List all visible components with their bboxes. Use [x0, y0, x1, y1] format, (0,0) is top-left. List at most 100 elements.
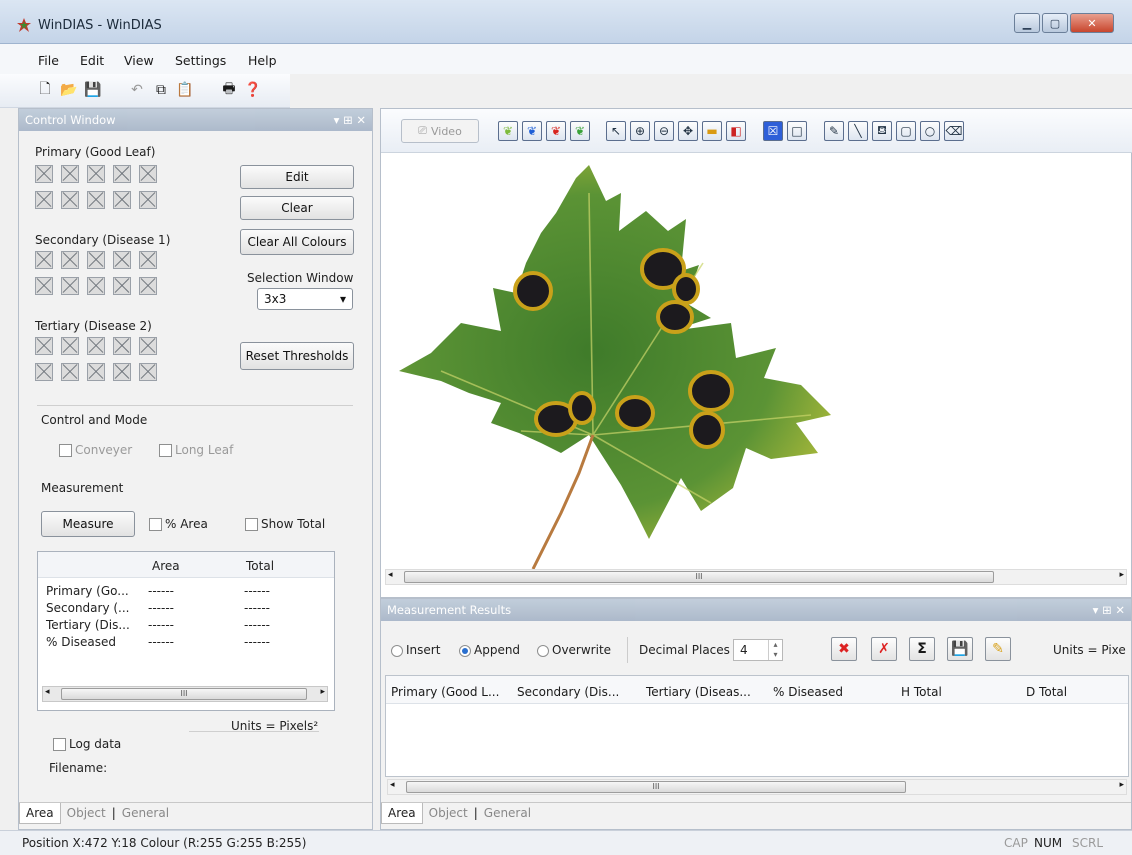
fill-bucket-icon[interactable]: ⛾: [872, 121, 892, 141]
sum-icon[interactable]: Σ: [909, 637, 935, 661]
overwrite-radio[interactable]: Overwrite: [537, 643, 611, 657]
clear-all-colours-button[interactable]: Clear All Colours: [240, 229, 354, 255]
maximize-button[interactable]: ▢: [1042, 13, 1068, 33]
color-swatch[interactable]: [139, 363, 157, 381]
color-swatch[interactable]: [139, 165, 157, 183]
menu-file[interactable]: File: [38, 53, 59, 68]
color-swatch[interactable]: [61, 191, 79, 209]
col-primary[interactable]: Primary (Good L...: [391, 685, 499, 699]
close-button[interactable]: ✕: [1070, 13, 1114, 33]
insert-radio[interactable]: Insert: [391, 643, 440, 657]
col-d-total[interactable]: D Total: [1026, 685, 1067, 699]
measure-button[interactable]: Measure: [41, 511, 135, 537]
col-secondary[interactable]: Secondary (Dis...: [517, 685, 619, 699]
leaf-green-icon[interactable]: ❦: [570, 121, 590, 141]
insert-radio-dot[interactable]: [391, 644, 403, 657]
leaf-red-icon[interactable]: ❦: [546, 121, 566, 141]
tab-general[interactable]: General: [478, 803, 537, 823]
col-tertiary[interactable]: Tertiary (Diseas...: [646, 685, 751, 699]
line-icon[interactable]: ╲: [848, 121, 868, 141]
menu-edit[interactable]: Edit: [80, 53, 104, 68]
color-swatch[interactable]: [35, 337, 53, 355]
tab-area[interactable]: Area: [19, 803, 61, 824]
export-icon[interactable]: ✎: [985, 637, 1011, 661]
menu-view[interactable]: View: [124, 53, 154, 68]
ellipse-icon[interactable]: ○: [920, 121, 940, 141]
color-swatch[interactable]: [113, 251, 131, 269]
log-data-box[interactable]: [53, 738, 66, 751]
results-scrollbar[interactable]: ◂ III ▸: [387, 779, 1127, 795]
clear-button[interactable]: Clear: [240, 196, 354, 220]
pct-area-checkbox[interactable]: % Area: [149, 517, 208, 531]
reset-thresholds-button[interactable]: Reset Thresholds: [240, 342, 354, 370]
scroll-right-icon[interactable]: ▸: [1119, 780, 1124, 790]
scroll-right-icon[interactable]: ▸: [1119, 570, 1124, 580]
leaf-blue-icon[interactable]: ❦: [522, 121, 542, 141]
pencil-icon[interactable]: ✎: [824, 121, 844, 141]
spinner-arrows-icon[interactable]: ▴ ▾: [768, 640, 782, 660]
color-swatch[interactable]: [61, 165, 79, 183]
color-swatch[interactable]: [139, 251, 157, 269]
decimal-places-spinner[interactable]: 4 ▴ ▾: [733, 639, 783, 661]
color-swatch[interactable]: [61, 363, 79, 381]
pan-icon[interactable]: ✥: [678, 121, 698, 141]
scroll-left-icon[interactable]: ◂: [390, 780, 395, 790]
eraser-color-icon[interactable]: ◧: [726, 121, 746, 141]
edit-button[interactable]: Edit: [240, 165, 354, 189]
color-swatch[interactable]: [35, 363, 53, 381]
show-total-box[interactable]: [245, 518, 258, 531]
color-swatch[interactable]: [61, 277, 79, 295]
zoom-out-icon[interactable]: ⊖: [654, 121, 674, 141]
copy-icon[interactable]: ⧉: [152, 81, 170, 99]
color-swatch[interactable]: [139, 337, 157, 355]
pct-area-box[interactable]: [149, 518, 162, 531]
color-swatch[interactable]: [139, 191, 157, 209]
scroll-thumb[interactable]: III: [404, 571, 994, 583]
leaf-green-light-icon[interactable]: ❦: [498, 121, 518, 141]
paste-icon[interactable]: 📋: [176, 81, 194, 99]
log-data-checkbox[interactable]: Log data: [53, 737, 121, 751]
show-total-checkbox[interactable]: Show Total: [245, 517, 325, 531]
color-swatch[interactable]: [87, 251, 105, 269]
color-swatch[interactable]: [87, 277, 105, 295]
minimize-button[interactable]: ▁: [1014, 13, 1040, 33]
color-swatch[interactable]: [61, 337, 79, 355]
color-swatch[interactable]: [113, 165, 131, 183]
conveyer-checkbox[interactable]: Conveyer: [59, 443, 132, 457]
tab-general[interactable]: General: [116, 803, 175, 823]
color-swatch[interactable]: [87, 363, 105, 381]
tab-object[interactable]: Object: [61, 803, 112, 823]
image-scrollbar[interactable]: ◂ III ▸: [385, 569, 1127, 585]
color-swatch[interactable]: [87, 191, 105, 209]
long-leaf-checkbox[interactable]: Long Leaf: [159, 443, 233, 457]
undo-icon[interactable]: ↶: [128, 81, 146, 99]
zoom-in-icon[interactable]: ⊕: [630, 121, 650, 141]
menu-help[interactable]: Help: [248, 53, 277, 68]
panel-pin-icon[interactable]: ▾ ⊞ ✕: [334, 113, 366, 127]
selection-window-dropdown[interactable]: 3x3 ▾: [257, 288, 353, 310]
color-swatch[interactable]: [113, 277, 131, 295]
fill-selection-icon[interactable]: ☒: [763, 121, 783, 141]
long-leaf-box[interactable]: [159, 444, 172, 457]
menu-settings[interactable]: Settings: [175, 53, 226, 68]
color-swatch[interactable]: [113, 337, 131, 355]
tab-object[interactable]: Object: [423, 803, 474, 823]
new-file-icon[interactable]: 🗋: [36, 81, 54, 99]
ruler-icon[interactable]: ▬: [702, 121, 722, 141]
help-icon[interactable]: ❓: [244, 81, 262, 99]
save-icon[interactable]: 💾: [84, 81, 102, 99]
panel-pin-icon[interactable]: ▾ ⊞ ✕: [1093, 603, 1125, 617]
print-icon[interactable]: 🖶: [220, 81, 238, 99]
color-swatch[interactable]: [87, 165, 105, 183]
conveyer-box[interactable]: [59, 444, 72, 457]
scroll-thumb[interactable]: III: [406, 781, 906, 793]
overwrite-radio-dot[interactable]: [537, 644, 549, 657]
open-folder-icon[interactable]: 📂: [60, 81, 78, 99]
color-swatch[interactable]: [35, 165, 53, 183]
color-swatch[interactable]: [61, 251, 79, 269]
leaf-image[interactable]: [381, 153, 847, 570]
col-h-total[interactable]: H Total: [901, 685, 942, 699]
outline-selection-icon[interactable]: □: [787, 121, 807, 141]
color-swatch[interactable]: [87, 337, 105, 355]
scroll-left-icon[interactable]: ◂: [45, 687, 50, 697]
